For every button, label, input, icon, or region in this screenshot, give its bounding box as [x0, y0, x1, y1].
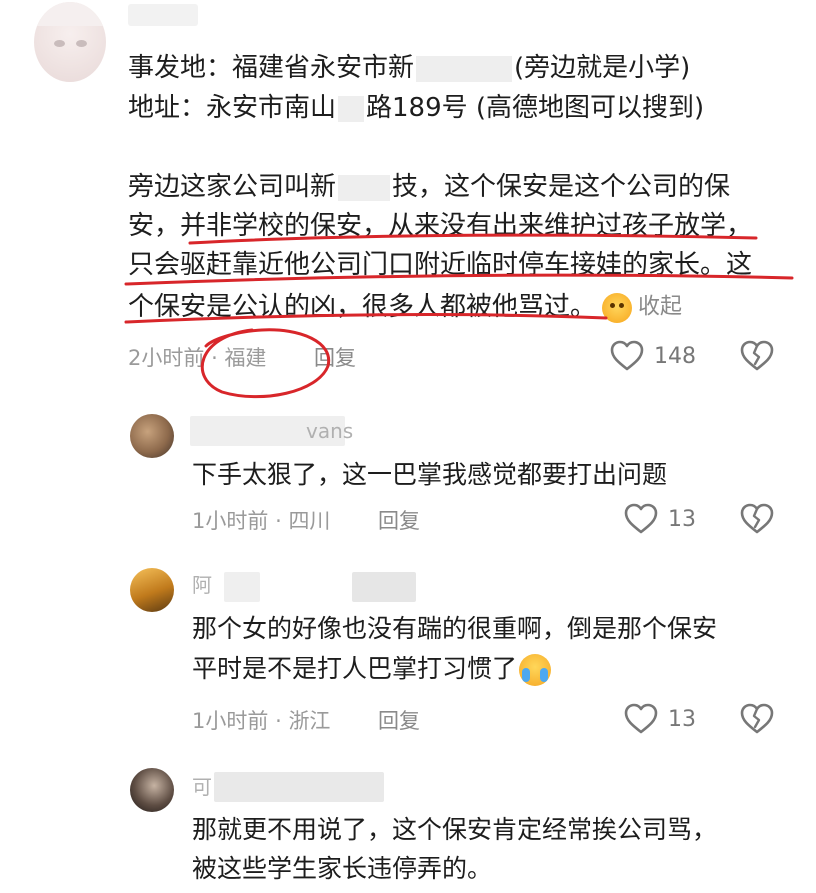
redacted-company-name	[416, 55, 513, 82]
redacted-road-name	[338, 95, 365, 122]
line-3-text-before: 旁边这家公司叫新	[128, 172, 337, 202]
reply-2-dislike-button[interactable]	[740, 703, 774, 735]
reply-2-line-2: 平时是不是打人巴掌打习惯了	[192, 649, 552, 689]
line-2-text-after: 路189号 (高德地图可以搜到)	[366, 93, 705, 123]
reply-2-meta: 1小时前 · 浙江	[192, 706, 330, 736]
line-1-text-after: (旁边就是小学)	[514, 53, 691, 83]
reply-1-avatar[interactable]	[130, 414, 174, 458]
reply-2-avatar[interactable]	[130, 568, 174, 612]
avatar-blur-overlay	[34, 2, 106, 26]
main-comment-like-count: 148	[654, 343, 696, 369]
line-1-text-before: 事发地：福建省永安市新	[128, 53, 415, 83]
smiling-face-emoji-icon	[602, 292, 633, 323]
red-annotation-marks	[124, 233, 794, 399]
comment-thread-screen: 事发地：福建省永安市新 (旁边就是小学) 地址：永安市南山 路189号 (高德地图可…	[0, 0, 816, 893]
reply-2-location: 浙江	[288, 709, 331, 733]
heart-outline-icon	[610, 340, 644, 371]
reply-3-avatar[interactable]	[130, 768, 174, 812]
main-comment-line-6: 个保安是公认的凶，很多人都被他骂过。 收起	[128, 287, 682, 328]
main-comment-line-1: 事发地：福建省永安市新 (旁边就是小学)	[128, 48, 690, 88]
redacted-company-name-2	[338, 174, 391, 201]
reply-3-username-redacted[interactable]	[214, 772, 384, 802]
reply-2-line-2-text: 平时是不是打人巴掌打习惯了	[192, 654, 518, 683]
collapse-link[interactable]: 收起	[638, 295, 682, 320]
avatar-eye-left	[54, 40, 65, 47]
main-comment-username-redacted[interactable]	[128, 4, 198, 26]
reply-1-meta: 1小时前 · 四川	[192, 506, 330, 536]
meta-separator: ·	[211, 346, 218, 370]
meta-separator: ·	[275, 509, 282, 533]
reply-1-username-fragment: vans	[306, 419, 354, 443]
main-comment-line-3: 旁边这家公司叫新 技，这个保安是这个公司的保	[128, 167, 730, 207]
main-comment-line-4: 安，并非学校的保安，从来没有出来维护过孩子放学，	[128, 211, 753, 241]
main-comment-like-button[interactable]: 148	[610, 340, 696, 372]
reply-1-like-count: 13	[668, 506, 696, 532]
reply-3-line-2: 被这些学生家长违停弄的。	[192, 854, 493, 883]
reply-1-time: 1小时前	[192, 509, 269, 533]
main-comment-location: 福建	[224, 346, 267, 370]
heart-outline-icon	[624, 703, 658, 734]
reply-1-location: 四川	[288, 509, 331, 533]
reply-1-dislike-button[interactable]	[740, 503, 774, 535]
reply-2-username-fragment: 阿	[192, 573, 212, 597]
main-comment-meta: 2小时前 · 福建	[128, 343, 266, 373]
reply-2-reply-button[interactable]: 回复	[378, 706, 420, 736]
reply-1-like-button[interactable]: 13	[624, 503, 696, 535]
broken-heart-icon	[740, 703, 774, 734]
reply-2-like-button[interactable]: 13	[624, 703, 696, 735]
reply-3-line-1: 那就更不用说了，这个保安肯定经常挨公司骂，	[192, 815, 718, 844]
main-comment-reply-button[interactable]: 回复	[314, 343, 356, 373]
reply-3-username-fragment: 可	[192, 775, 212, 799]
main-comment-line-2: 地址：永安市南山 路189号 (高德地图可以搜到)	[128, 88, 704, 128]
reply-1-reply-button[interactable]: 回复	[378, 506, 420, 536]
main-comment-avatar[interactable]	[34, 2, 106, 82]
main-comment-dislike-button[interactable]	[740, 340, 774, 372]
broken-heart-icon	[740, 503, 774, 534]
main-comment-time: 2小时前	[128, 346, 205, 370]
heart-outline-icon	[624, 503, 658, 534]
reply-1-line-1: 下手太狠了，这一巴掌我感觉都要打出问题	[192, 460, 668, 489]
reply-2-like-count: 13	[668, 706, 696, 732]
avatar-eye-right	[76, 40, 87, 47]
main-comment-line-5: 只会驱赶靠近他公司门口附近临时停车接娃的家长。这	[128, 250, 753, 280]
reply-2-username-redacted[interactable]	[224, 572, 260, 602]
line-6-text: 个保安是公认的凶，很多人都被他骂过。	[128, 292, 597, 322]
meta-separator: ·	[275, 709, 282, 733]
reply-2-line-1: 那个女的好像也没有踹的很重啊，倒是那个保安	[192, 614, 718, 643]
line-3-text-after: 技，这个保安是这个公司的保	[392, 172, 731, 202]
reply-2-time: 1小时前	[192, 709, 269, 733]
broken-heart-icon	[740, 340, 774, 371]
reply-2-username-redacted-2	[352, 572, 416, 602]
loudly-crying-emoji-icon	[519, 654, 552, 686]
line-2-text-before: 地址：永安市南山	[128, 93, 337, 123]
